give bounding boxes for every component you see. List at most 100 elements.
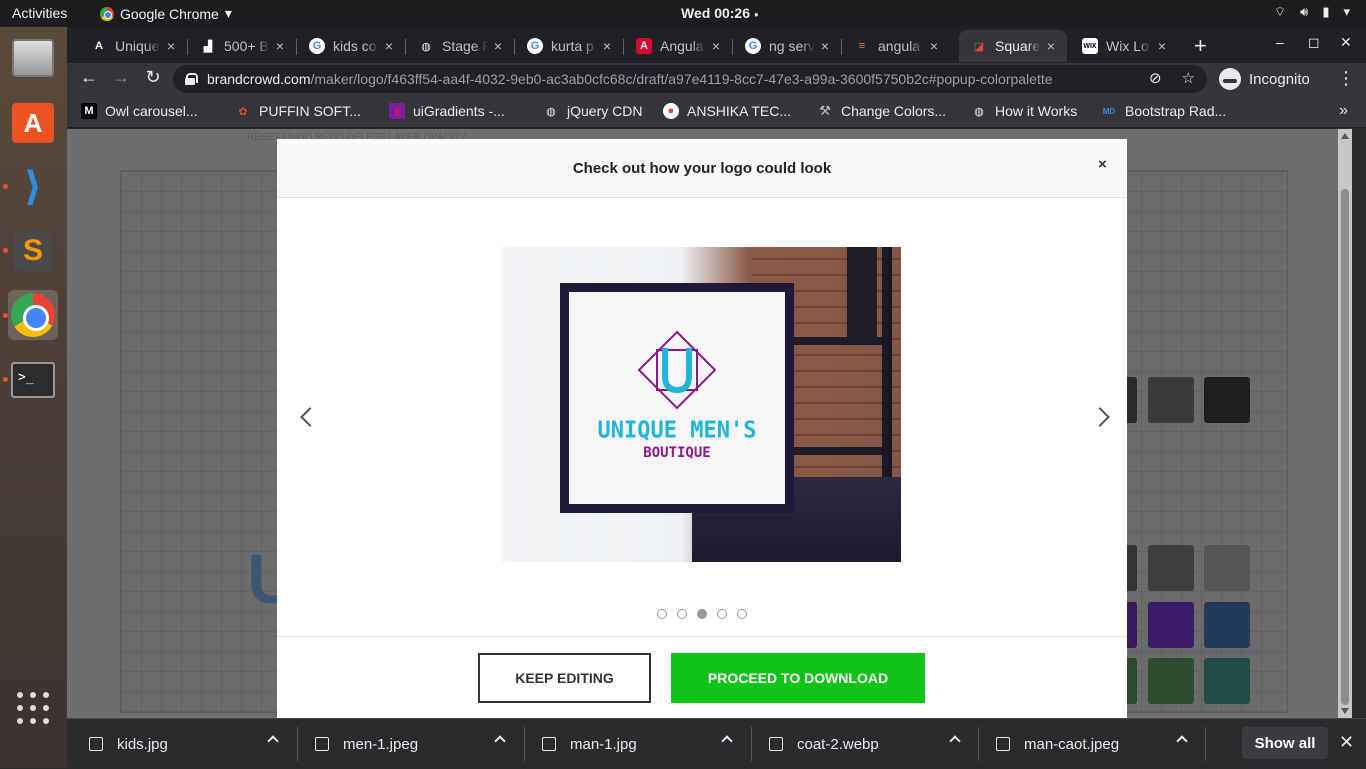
close-icon[interactable]: × <box>1152 38 1172 54</box>
incognito-indicator[interactable]: Incognito <box>1219 65 1310 93</box>
chrome-menu-icon[interactable]: ⋮ <box>1337 68 1355 89</box>
uigradients-icon: ▮ <box>389 103 405 119</box>
sublime-icon: S <box>14 231 52 271</box>
keep-editing-button[interactable]: KEEP EDITING <box>478 653 651 703</box>
file-icon <box>769 737 783 751</box>
bookmark-owl-carousel[interactable]: M Owl carousel... <box>81 103 198 119</box>
forward-button[interactable]: → <box>109 67 133 88</box>
color-swatch <box>1148 602 1194 648</box>
tab-ng-serv[interactable]: G ng serv × <box>733 30 841 62</box>
address-bar[interactable]: brandcrowd.com/maker/logo/f463ff54-aa4f-… <box>173 65 1207 93</box>
logo-tagline: BOUTIQUE <box>643 445 711 461</box>
chevron-up-icon[interactable] <box>494 735 506 747</box>
chevron-right-icon[interactable] <box>1091 405 1115 429</box>
dock-item-vscode[interactable]: ⟩ <box>8 162 58 212</box>
close-icon[interactable]: × <box>706 38 726 54</box>
download-filename: kids.jpg <box>117 735 168 753</box>
close-icon[interactable]: × <box>161 38 181 54</box>
tab-stage-f[interactable]: ◍ Stage F × <box>406 30 514 62</box>
bookmark-label: uiGradients -... <box>413 103 505 119</box>
chevron-up-icon[interactable] <box>721 735 733 747</box>
dock-item-files[interactable] <box>8 33 58 83</box>
bookmark-bootstrap-rad[interactable]: MD Bootstrap Rad... <box>1101 103 1226 119</box>
bookmark-puffin-soft[interactable]: ✿ PUFFIN SOFT... <box>235 103 361 119</box>
hanging-sign: UNIQUE MEN'S BOUTIQUE <box>560 283 794 513</box>
show-applications-icon[interactable] <box>17 692 49 724</box>
scroll-up-icon[interactable] <box>1341 133 1349 139</box>
lock-icon[interactable] <box>185 73 198 85</box>
back-button[interactable]: ← <box>77 67 101 88</box>
minimize-button[interactable]: – <box>1276 34 1284 50</box>
url-path: /maker/logo/f463ff54-aa4f-4032-9eb0-ac3a… <box>310 71 1053 87</box>
chevron-up-icon[interactable] <box>267 735 279 747</box>
close-window-button[interactable]: ✕ <box>1340 34 1352 51</box>
tab-unique[interactable]: A Unique × <box>79 30 187 62</box>
tab-angula-stackoverflow[interactable]: ≡ angula × <box>842 30 950 62</box>
bookmark-label: Owl carousel... <box>105 103 198 119</box>
close-icon[interactable]: × <box>924 38 944 54</box>
chevron-up-icon[interactable] <box>949 735 961 747</box>
color-swatch <box>1204 377 1250 423</box>
bookmark-star-icon[interactable]: ☆ <box>1182 69 1195 87</box>
scroll-down-icon[interactable] <box>1341 708 1349 714</box>
proceed-to-download-button[interactable]: PROCEED TO DOWNLOAD <box>671 653 925 703</box>
dock-item-sublime[interactable]: S <box>8 226 58 276</box>
clock[interactable]: Wed 00:26 ● <box>681 5 759 21</box>
bookmark-uigradients[interactable]: ▮ uiGradients -... <box>389 103 505 119</box>
dock-item-software[interactable]: A <box>8 98 58 148</box>
dock-item-terminal[interactable]: >_ <box>8 355 58 405</box>
show-all-downloads-button[interactable]: Show all <box>1242 727 1328 759</box>
modal-footer: KEEP EDITING PROCEED TO DOWNLOAD <box>277 636 1127 718</box>
download-item[interactable]: coat-2.webp <box>769 719 961 769</box>
chevron-up-icon[interactable] <box>1176 735 1188 747</box>
tab-kids-co[interactable]: G kids co × <box>297 30 405 62</box>
tab-angular[interactable]: A Angula × <box>624 30 732 62</box>
close-icon[interactable]: × <box>597 38 617 54</box>
tab-kurta-p[interactable]: G kurta p × <box>515 30 623 62</box>
close-icon[interactable]: × <box>815 38 835 54</box>
close-icon[interactable]: ✕ <box>1339 732 1354 753</box>
download-item[interactable]: men-1.jpeg <box>315 719 506 769</box>
third-party-cookies-blocked-icon[interactable]: ⊘ <box>1149 69 1162 87</box>
download-item[interactable]: man-1.jpg <box>542 719 733 769</box>
lamp <box>847 247 877 337</box>
download-item[interactable]: kids.jpg <box>89 719 279 769</box>
bookmark-anshika-tec[interactable]: ● ANSHIKA TEC... <box>663 103 791 119</box>
medium-icon: M <box>81 103 97 119</box>
files-icon <box>12 39 54 77</box>
downloads-bar: kids.jpg men-1.jpeg man-1.jpg coat-2.web… <box>67 718 1366 768</box>
maximize-button[interactable]: ◻ <box>1308 34 1320 51</box>
close-icon[interactable]: × <box>270 38 290 54</box>
file-icon <box>542 737 556 751</box>
url-host: brandcrowd.com <box>207 71 311 87</box>
new-tab-button[interactable]: + <box>1194 33 1207 59</box>
carousel-dot[interactable] <box>657 609 667 619</box>
reload-button[interactable]: ↻ <box>141 67 165 88</box>
tab-title: kids co <box>333 38 377 54</box>
tab-500-b[interactable]: ▟ 500+ B × <box>188 30 296 62</box>
bookmark-change-colors[interactable]: ⚒ Change Colors... <box>817 103 946 119</box>
carousel-dot[interactable] <box>677 609 687 619</box>
download-item[interactable]: man-caot.jpeg <box>996 719 1188 769</box>
close-icon[interactable]: × <box>1098 156 1107 173</box>
google-icon: G <box>527 38 543 54</box>
system-tray[interactable]: ⌔ 🔊︎ ▮ ▾ <box>1274 4 1350 20</box>
bookmark-jquery-cdn[interactable]: ◍ jQuery CDN <box>543 103 642 119</box>
tab-wix-lo[interactable]: WIX Wix Lo × <box>1070 30 1178 62</box>
page-scrollbar[interactable] <box>1338 129 1352 718</box>
carousel-dot[interactable] <box>737 609 747 619</box>
scrollbar-thumb[interactable] <box>1341 189 1349 705</box>
dock-item-chrome[interactable] <box>8 290 58 340</box>
close-icon[interactable]: × <box>1041 38 1061 54</box>
tab-square[interactable]: ◪ Square × <box>959 30 1067 62</box>
close-icon[interactable]: × <box>488 38 508 54</box>
chevron-left-icon[interactable] <box>295 405 319 429</box>
carousel-dot-active[interactable] <box>697 609 707 619</box>
close-icon[interactable]: × <box>379 38 399 54</box>
chevron-down-icon: ▾ <box>224 5 232 21</box>
app-menu[interactable]: Google Chrome ▾ <box>100 5 232 22</box>
carousel-dot[interactable] <box>717 609 727 619</box>
bookmarks-overflow-button[interactable]: » <box>1339 102 1348 120</box>
activities-button[interactable]: Activities <box>12 5 67 21</box>
bookmark-how-it-works[interactable]: ◍ How it Works <box>971 103 1077 119</box>
